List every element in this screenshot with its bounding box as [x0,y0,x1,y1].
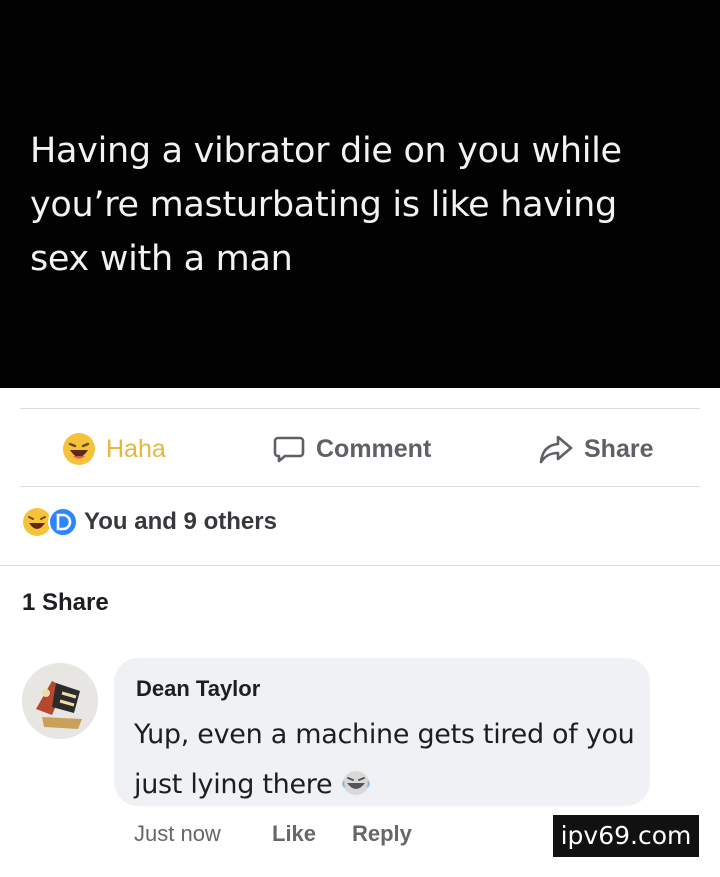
avatar[interactable] [22,663,98,739]
like-button[interactable]: Like [272,821,316,847]
action-divider [20,486,700,487]
laughing-emoji-icon [341,769,371,797]
reply-button[interactable]: Reply [352,821,412,847]
reactions-text: You and 9 others [84,508,277,535]
comment-author[interactable]: Dean Taylor [136,676,260,702]
d-avatar-badge-icon [48,507,78,537]
comment-button[interactable]: Comment [272,428,431,470]
top-divider [20,408,700,409]
share-label: Share [584,434,654,463]
share-button[interactable]: Share [538,428,653,470]
section-divider [0,565,720,566]
share-arrow-icon [538,432,574,466]
comment-text: Yup, even a machine gets tired of you ju… [134,710,644,810]
haha-button[interactable]: Haha [62,428,166,470]
comment-label: Comment [316,434,432,463]
haha-label: Haha [106,434,166,463]
comment-bubble: Dean Taylor Yup, even a machine gets tir… [114,658,650,806]
post-text: Having a vibrator die on you while you’r… [30,131,622,279]
comment-bubble-icon [272,432,306,466]
comment-timestamp: Just now [134,821,221,846]
post-image: Having a vibrator die on you while you’r… [0,0,720,388]
share-count[interactable]: 1 Share [22,589,109,617]
haha-emoji-icon [62,432,96,466]
reactions-summary[interactable]: You and 9 others [22,507,277,537]
comment-body: Yup, even a machine gets tired of you ju… [134,719,635,800]
watermark: ipv69.com [553,815,699,857]
